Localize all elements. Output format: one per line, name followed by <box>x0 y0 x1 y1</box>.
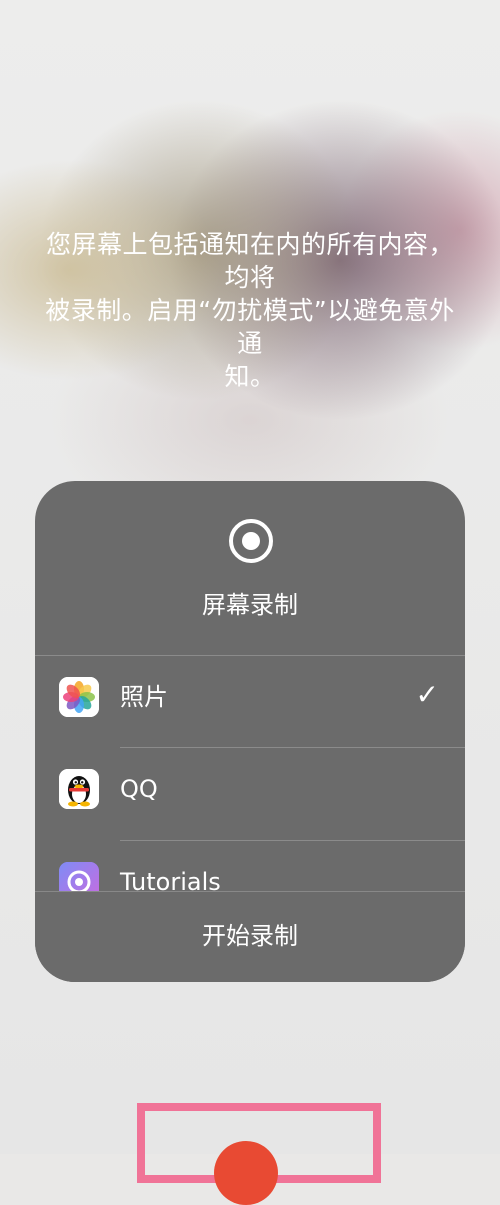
photos-icon <box>59 677 99 717</box>
screen-record-icon <box>229 519 273 563</box>
app-row-qq[interactable]: QQ <box>35 747 465 839</box>
start-recording-section: 开始录制 <box>35 891 465 982</box>
app-label: 照片 <box>120 683 168 711</box>
record-button[interactable] <box>214 1141 278 1205</box>
screen-recording-panel: 屏幕录制 照片 ✓ QQ Tutorials 开始录制 <box>35 481 465 982</box>
warning-line: 被录制。启用“勿扰模式”以避免意外通 <box>45 296 455 358</box>
checkmark-icon: ✓ <box>415 678 439 711</box>
app-label: QQ <box>120 775 158 803</box>
warning-line: 您屏幕上包括通知在内的所有内容，均将 <box>45 230 454 292</box>
recording-warning-text: 您屏幕上包括通知在内的所有内容，均将 被录制。启用“勿扰模式”以避免意外通 知。 <box>40 228 460 393</box>
app-row-photos[interactable]: 照片 ✓ <box>35 655 465 747</box>
qq-penguin-icon <box>59 769 99 809</box>
panel-title: 屏幕录制 <box>202 591 298 619</box>
start-recording-button[interactable]: 开始录制 <box>35 920 465 952</box>
warning-line: 知。 <box>224 362 276 391</box>
